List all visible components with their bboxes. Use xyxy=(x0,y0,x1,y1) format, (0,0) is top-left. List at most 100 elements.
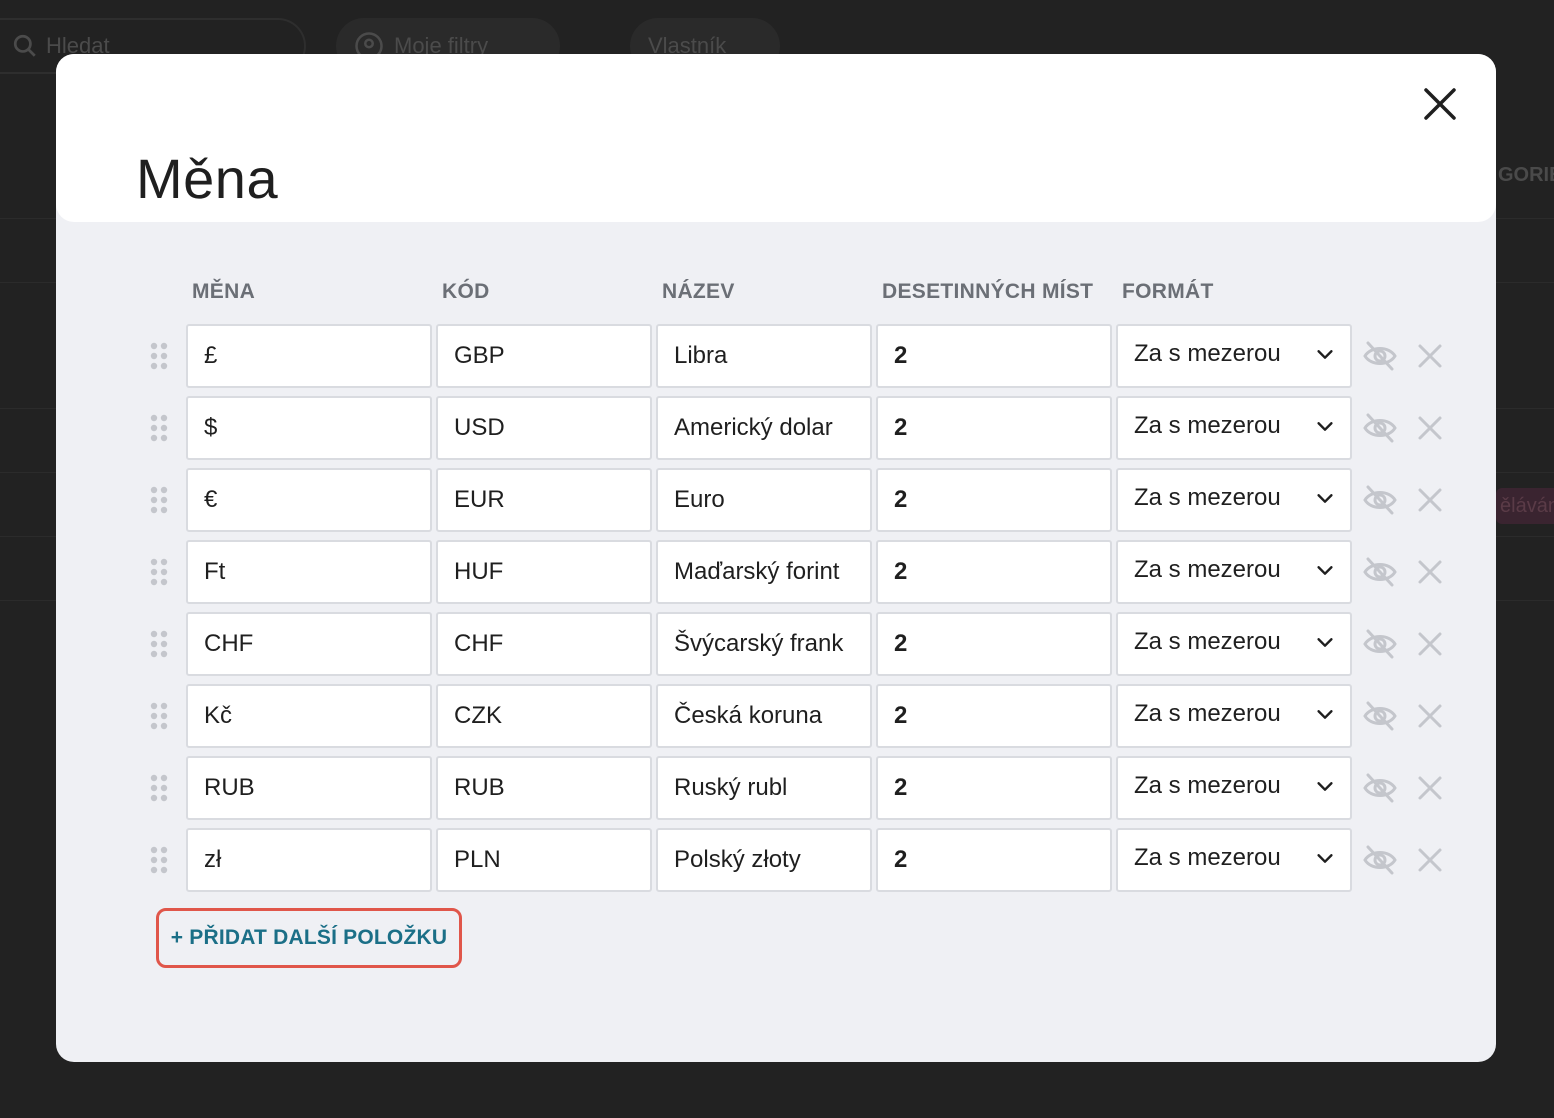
chevron-down-icon xyxy=(1314,415,1336,437)
code-input[interactable]: PLN xyxy=(436,828,652,892)
decimals-input[interactable]: 2 xyxy=(876,756,1112,820)
name-input[interactable]: Polský złoty xyxy=(656,828,872,892)
format-select[interactable]: Za s mezerou xyxy=(1116,612,1352,676)
symbol-input[interactable]: Ft xyxy=(186,540,432,604)
chevron-down-icon xyxy=(1314,487,1336,509)
close-icon[interactable] xyxy=(1414,412,1446,444)
format-select-value: Za s mezerou xyxy=(1134,700,1281,727)
drag-handle-icon[interactable] xyxy=(148,628,170,660)
drag-handle-icon[interactable] xyxy=(148,844,170,876)
symbol-input[interactable]: $ xyxy=(186,396,432,460)
currency-modal: Měna MĚNA KÓD NÁZEV DESETINNÝCH MÍST FOR… xyxy=(56,54,1496,1062)
eye-off-icon[interactable] xyxy=(1362,554,1398,590)
decimals-input[interactable]: 2 xyxy=(876,468,1112,532)
currency-row: CHF CHF Švýcarský frank 2 Za s mezerou xyxy=(56,612,1496,676)
chevron-down-icon xyxy=(1314,847,1336,869)
code-input[interactable]: EUR xyxy=(436,468,652,532)
chevron-down-icon xyxy=(1314,775,1336,797)
symbol-input[interactable]: zł xyxy=(186,828,432,892)
format-select[interactable]: Za s mezerou xyxy=(1116,828,1352,892)
name-input[interactable]: Euro xyxy=(656,468,872,532)
code-input[interactable]: GBP xyxy=(436,324,652,388)
column-header-format: FORMÁT xyxy=(1122,280,1214,303)
format-select[interactable]: Za s mezerou xyxy=(1116,396,1352,460)
chevron-down-icon xyxy=(1314,631,1336,653)
close-icon[interactable] xyxy=(1414,556,1446,588)
currency-row: $ USD Americký dolar 2 Za s mezerou xyxy=(56,396,1496,460)
column-header-symbol: MĚNA xyxy=(192,280,256,303)
drag-handle-icon[interactable] xyxy=(148,484,170,516)
modal-title: Měna xyxy=(136,147,279,210)
add-item-label: + PŘIDAT DALŠÍ POLOŽKU xyxy=(170,926,448,949)
currency-row: € EUR Euro 2 Za s mezerou xyxy=(56,468,1496,532)
close-icon[interactable] xyxy=(1414,484,1446,516)
currency-row: RUB RUB Ruský rubl 2 Za s mezerou xyxy=(56,756,1496,820)
name-input[interactable]: Libra xyxy=(656,324,872,388)
column-header-decimals: DESETINNÝCH MÍST xyxy=(882,280,1094,303)
code-input[interactable]: CZK xyxy=(436,684,652,748)
close-icon[interactable] xyxy=(1414,844,1446,876)
format-select-value: Za s mezerou xyxy=(1134,844,1281,871)
close-icon[interactable] xyxy=(1414,772,1446,804)
format-select[interactable]: Za s mezerou xyxy=(1116,540,1352,604)
column-header-code: KÓD xyxy=(442,280,490,303)
format-select-value: Za s mezerou xyxy=(1134,772,1281,799)
drag-handle-icon[interactable] xyxy=(148,556,170,588)
currency-row: zł PLN Polský złoty 2 Za s mezerou xyxy=(56,828,1496,892)
code-input[interactable]: RUB xyxy=(436,756,652,820)
background-column-header: GORIE xyxy=(1498,164,1554,186)
format-select-value: Za s mezerou xyxy=(1134,484,1281,511)
close-icon[interactable] xyxy=(1420,84,1460,124)
column-header-name: NÁZEV xyxy=(662,280,735,303)
eye-off-icon[interactable] xyxy=(1362,626,1398,662)
format-select-value: Za s mezerou xyxy=(1134,628,1281,655)
close-icon[interactable] xyxy=(1414,700,1446,732)
decimals-input[interactable]: 2 xyxy=(876,540,1112,604)
symbol-input[interactable]: CHF xyxy=(186,612,432,676)
eye-off-icon[interactable] xyxy=(1362,482,1398,518)
drag-handle-icon[interactable] xyxy=(148,340,170,372)
format-select[interactable]: Za s mezerou xyxy=(1116,684,1352,748)
name-input[interactable]: Česká koruna xyxy=(656,684,872,748)
code-input[interactable]: HUF xyxy=(436,540,652,604)
symbol-input[interactable]: RUB xyxy=(186,756,432,820)
symbol-input[interactable]: € xyxy=(186,468,432,532)
eye-off-icon[interactable] xyxy=(1362,698,1398,734)
name-input[interactable]: Maďarský forint xyxy=(656,540,872,604)
format-select[interactable]: Za s mezerou xyxy=(1116,468,1352,532)
decimals-input[interactable]: 2 xyxy=(876,684,1112,748)
format-select[interactable]: Za s mezerou xyxy=(1116,324,1352,388)
format-select-value: Za s mezerou xyxy=(1134,412,1281,439)
decimals-input[interactable]: 2 xyxy=(876,396,1112,460)
eye-off-icon[interactable] xyxy=(1362,770,1398,806)
format-select-value: Za s mezerou xyxy=(1134,556,1281,583)
chevron-down-icon xyxy=(1314,343,1336,365)
currency-row: £ GBP Libra 2 Za s mezerou xyxy=(56,324,1496,388)
add-item-button[interactable]: + PŘIDAT DALŠÍ POLOŽKU xyxy=(156,908,462,968)
close-icon[interactable] xyxy=(1414,628,1446,660)
currency-row: Kč CZK Česká koruna 2 Za s mezerou xyxy=(56,684,1496,748)
drag-handle-icon[interactable] xyxy=(148,700,170,732)
symbol-input[interactable]: Kč xyxy=(186,684,432,748)
name-input[interactable]: Ruský rubl xyxy=(656,756,872,820)
drag-handle-icon[interactable] xyxy=(148,772,170,804)
decimals-input[interactable]: 2 xyxy=(876,612,1112,676)
chevron-down-icon xyxy=(1314,559,1336,581)
code-input[interactable]: CHF xyxy=(436,612,652,676)
close-icon[interactable] xyxy=(1414,340,1446,372)
code-input[interactable]: USD xyxy=(436,396,652,460)
symbol-input[interactable]: £ xyxy=(186,324,432,388)
currency-row: Ft HUF Maďarský forint 2 Za s mezerou xyxy=(56,540,1496,604)
name-input[interactable]: Americký dolar xyxy=(656,396,872,460)
decimals-input[interactable]: 2 xyxy=(876,828,1112,892)
background-status-badge: ěláván xyxy=(1496,488,1554,524)
search-icon xyxy=(13,34,36,57)
eye-off-icon[interactable] xyxy=(1362,842,1398,878)
eye-off-icon[interactable] xyxy=(1362,410,1398,446)
format-select[interactable]: Za s mezerou xyxy=(1116,756,1352,820)
drag-handle-icon[interactable] xyxy=(148,412,170,444)
name-input[interactable]: Švýcarský frank xyxy=(656,612,872,676)
chevron-down-icon xyxy=(1314,703,1336,725)
decimals-input[interactable]: 2 xyxy=(876,324,1112,388)
eye-off-icon[interactable] xyxy=(1362,338,1398,374)
